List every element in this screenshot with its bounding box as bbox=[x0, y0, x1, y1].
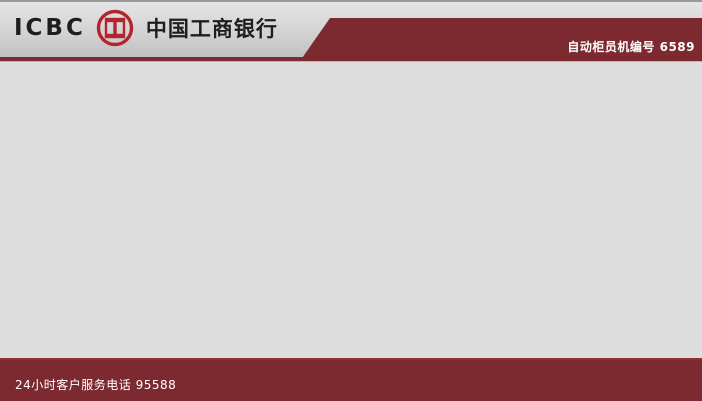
footer: 24小时客户服务电话 95588 bbox=[0, 358, 702, 401]
atm-screen: ICBC 中国工商银行 自动柜员机编号 6589 24小时客户服务电话 9558… bbox=[0, 0, 702, 401]
header-top-divider bbox=[0, 0, 702, 2]
icbc-emblem-icon bbox=[96, 9, 134, 47]
brand-chinese-name: 中国工商银行 bbox=[145, 17, 278, 41]
customer-service-hotline: 24小时客户服务电话 95588 bbox=[15, 378, 177, 392]
brand-logo-group: ICBC 中国工商银行 bbox=[14, 6, 278, 50]
main-content-area bbox=[0, 62, 702, 358]
header: ICBC 中国工商银行 自动柜员机编号 6589 bbox=[0, 0, 702, 62]
atm-terminal-number: 自动柜员机编号 6589 bbox=[567, 40, 695, 54]
brand-latin-name: ICBC bbox=[14, 15, 86, 41]
